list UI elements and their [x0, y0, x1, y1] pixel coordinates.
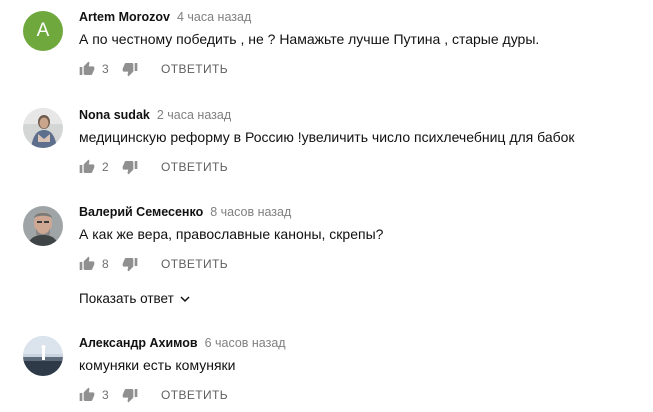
timestamp[interactable]: 2 часа назад	[157, 108, 231, 122]
comment: Валерий Семесенко 8 часов назад А как же …	[0, 204, 653, 284]
author-name[interactable]: Artem Morozov	[79, 10, 170, 24]
like-count: 8	[102, 257, 109, 271]
avatar[interactable]	[23, 206, 63, 246]
thumb-down-icon[interactable]	[122, 256, 138, 272]
timestamp[interactable]: 6 часов назад	[205, 336, 286, 350]
thumb-down-icon[interactable]	[122, 61, 138, 77]
author-name[interactable]: Александр Ахимов	[79, 336, 198, 350]
reply-button[interactable]: ОТВЕТИТЬ	[161, 257, 228, 271]
like-count: 3	[102, 388, 109, 402]
like-count: 3	[102, 62, 109, 76]
thumb-up-icon[interactable]	[79, 159, 95, 175]
thumb-up-icon[interactable]	[79, 256, 95, 272]
comment-text: медицинскую реформу в Россию !увеличить …	[79, 129, 575, 145]
comment-text: А по честному победить , не ? Намажьте л…	[79, 31, 540, 47]
comment-actions: 2 ОТВЕТИТЬ	[79, 159, 228, 175]
reply-button[interactable]: ОТВЕТИТЬ	[161, 62, 228, 76]
comment-text: комуняки есть комуняки	[79, 357, 236, 373]
chevron-down-icon	[180, 295, 190, 302]
avatar[interactable]: A	[23, 11, 63, 51]
comment-header: Artem Morozov 4 часа назад	[79, 9, 251, 25]
avatar[interactable]	[23, 108, 63, 148]
comment-header: Александр Ахимов 6 часов назад	[79, 335, 286, 351]
like-count: 2	[102, 160, 109, 174]
author-name[interactable]: Nona sudak	[79, 108, 150, 122]
timestamp[interactable]: 4 часа назад	[177, 10, 251, 24]
thumb-up-icon[interactable]	[79, 387, 95, 403]
comment-actions: 3 ОТВЕТИТЬ	[79, 61, 228, 77]
thumb-down-icon[interactable]	[122, 387, 138, 403]
reply-button[interactable]: ОТВЕТИТЬ	[161, 160, 228, 174]
comment-header: Nona sudak 2 часа назад	[79, 107, 231, 123]
comment-actions: 8 ОТВЕТИТЬ	[79, 256, 228, 272]
show-replies-button[interactable]: Показать ответ	[79, 291, 191, 306]
show-replies-label: Показать ответ	[79, 291, 174, 306]
avatar[interactable]	[23, 336, 63, 376]
timestamp[interactable]: 8 часов назад	[210, 205, 291, 219]
reply-button[interactable]: ОТВЕТИТЬ	[161, 388, 228, 402]
thumb-up-icon[interactable]	[79, 61, 95, 77]
author-name[interactable]: Валерий Семесенко	[79, 205, 203, 219]
thumb-down-icon[interactable]	[122, 159, 138, 175]
comment-header: Валерий Семесенко 8 часов назад	[79, 204, 291, 220]
comment: Александр Ахимов 6 часов назад комуняки е…	[0, 335, 653, 412]
comment-actions: 3 ОТВЕТИТЬ	[79, 387, 228, 403]
comment-text: А как же вера, православные каноны, скре…	[79, 226, 384, 242]
comment: Nona sudak 2 часа назад медицинскую рефор…	[0, 107, 653, 187]
comment: A Artem Morozov 4 часа назад А по честном…	[0, 9, 653, 89]
